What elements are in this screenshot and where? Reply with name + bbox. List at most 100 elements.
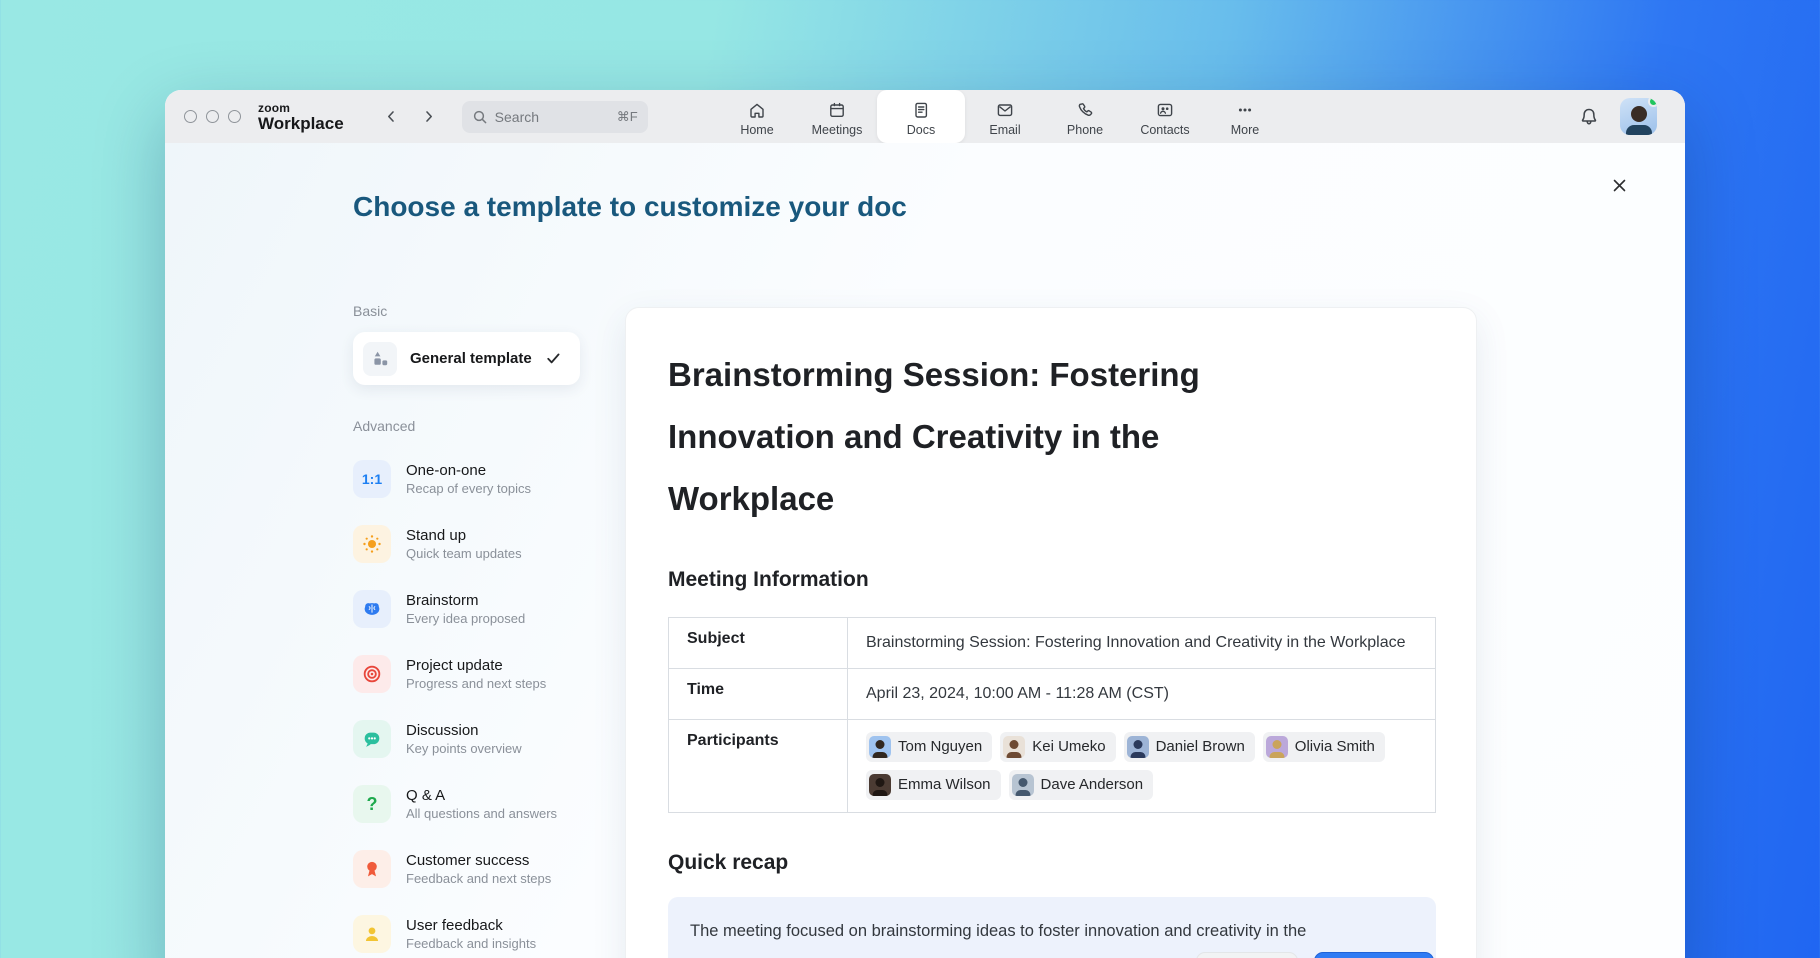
template-title: Stand up [406,527,522,544]
one-on-one-icon: 1:1 [353,460,391,498]
question-mark-icon: ? [353,785,391,823]
check-icon [545,350,562,367]
chat-bubble-icon [353,720,391,758]
table-row: Time April 23, 2024, 10:00 AM - 11:28 AM… [669,669,1436,720]
home-icon [747,100,767,120]
calendar-icon [827,100,847,120]
quick-recap-box: The meeting focused on brainstorming ide… [668,897,1436,958]
sidebar-item-one-on-one[interactable]: 1:1 One-on-one Recap of every topics [353,456,580,502]
search-input[interactable]: Search ⌘F [462,101,648,133]
tab-meetings[interactable]: Meetings [797,90,877,143]
sidebar-item-brainstorm[interactable]: Brainstorm Every idea proposed [353,586,580,632]
template-picker-modal: Choose a template to customize your doc … [165,143,1685,958]
doc-icon [911,100,931,120]
search-icon [472,109,488,125]
more-icon [1235,100,1255,120]
template-sidebar: Basic General template Advanced 1:1 One-… [353,303,580,958]
use-template-button[interactable] [1314,952,1434,958]
sidebar-item-user-feedback[interactable]: User feedbackFeedback and insights [353,911,580,957]
contacts-icon [1155,100,1175,120]
sidebar-item-customer-success[interactable]: Customer success Feedback and next steps [353,846,580,892]
quick-recap-heading: Quick recap [668,851,1434,875]
participant-pill: Kei Umeko [1000,732,1115,762]
online-status-dot [1648,98,1657,107]
avatar [1012,774,1034,796]
tab-email[interactable]: Email [965,90,1045,143]
sidebar-item-project-update[interactable]: Project update Progress and next steps [353,651,580,697]
tab-more[interactable]: More [1205,90,1285,143]
table-row: Participants Tom Nguyen Kei Umeko Daniel… [669,720,1436,813]
advanced-section-label: Advanced [353,418,580,434]
doc-title: Brainstorming Session: Fostering Innovat… [668,344,1328,530]
participant-pill: Dave Anderson [1009,770,1154,800]
tab-docs[interactable]: Docs [877,90,965,143]
app-window: zoom Workplace Search ⌘F Home Meetings D… [165,90,1685,958]
participant-pill: Daniel Brown [1124,732,1255,762]
template-title: Q & A [406,787,557,804]
window-zoom-button[interactable] [228,110,241,123]
forward-arrow-icon[interactable] [421,109,436,124]
tab-phone[interactable]: Phone [1045,90,1125,143]
time-value: April 23, 2024, 10:00 AM - 11:28 AM (CST… [848,669,1436,720]
template-subtitle: Feedback and insights [406,936,536,951]
template-subtitle: Feedback and next steps [406,871,551,886]
template-title: Project update [406,657,546,674]
quick-recap-text: The meeting focused on brainstorming ide… [690,922,1306,940]
template-subtitle: Recap of every topics [406,481,531,496]
user-avatar[interactable] [1620,98,1657,135]
window-close-button[interactable] [184,110,197,123]
back-arrow-icon[interactable] [384,109,399,124]
tab-contacts[interactable]: Contacts [1125,90,1205,143]
basic-section-label: Basic [353,303,580,319]
template-title: Brainstorm [406,592,525,609]
tab-phone-label: Phone [1067,123,1103,137]
main-nav-tabs: Home Meetings Docs Email Phone Contacts [717,90,1285,143]
subject-label: Subject [669,618,848,669]
tab-home[interactable]: Home [717,90,797,143]
table-row: Subject Brainstorming Session: Fostering… [669,618,1436,669]
email-icon [995,100,1015,120]
shapes-icon [363,342,397,376]
template-title: One-on-one [406,462,531,479]
zoom-workplace-logo: zoom Workplace [258,102,344,132]
notifications-bell-icon[interactable] [1578,106,1600,128]
search-placeholder: Search [495,109,617,125]
close-icon [1611,177,1628,194]
subject-value: Brainstorming Session: Fostering Innovat… [848,618,1436,669]
avatar [1127,736,1149,758]
meeting-info-table: Subject Brainstorming Session: Fostering… [668,617,1436,813]
tab-docs-label: Docs [907,123,935,137]
tab-meetings-label: Meetings [812,123,863,137]
template-subtitle: Quick team updates [406,546,522,561]
sidebar-item-discussion[interactable]: Discussion Key points overview [353,716,580,762]
sidebar-item-general-template[interactable]: General template [353,332,580,385]
template-subtitle: Key points overview [406,741,522,756]
person-icon [353,915,391,953]
brain-icon [353,590,391,628]
logo-zoom-text: zoom [258,102,344,114]
tab-home-label: Home [740,123,773,137]
cancel-button[interactable] [1196,952,1298,958]
logo-workplace-text: Workplace [258,115,344,132]
meeting-information-heading: Meeting Information [668,568,1434,592]
template-title: Customer success [406,852,551,869]
avatar [869,736,891,758]
participants-label: Participants [669,720,848,813]
participant-pill: Emma Wilson [866,770,1001,800]
participants-list: Tom Nguyen Kei Umeko Daniel Brown Olivia… [866,732,1417,800]
participant-pill: Tom Nguyen [866,732,992,762]
sidebar-item-stand-up[interactable]: Stand up Quick team updates [353,521,580,567]
general-template-label: General template [410,350,532,367]
tab-contacts-label: Contacts [1140,123,1189,137]
template-subtitle: Every idea proposed [406,611,525,626]
time-label: Time [669,669,848,720]
phone-icon [1075,100,1095,120]
medal-icon [353,850,391,888]
avatar [869,774,891,796]
sidebar-item-q-and-a[interactable]: ? Q & AAll questions and answers [353,781,580,827]
template-title: Discussion [406,722,522,739]
close-modal-button[interactable] [1605,171,1633,199]
template-subtitle: Progress and next steps [406,676,546,691]
tab-email-label: Email [989,123,1020,137]
window-minimize-button[interactable] [206,110,219,123]
